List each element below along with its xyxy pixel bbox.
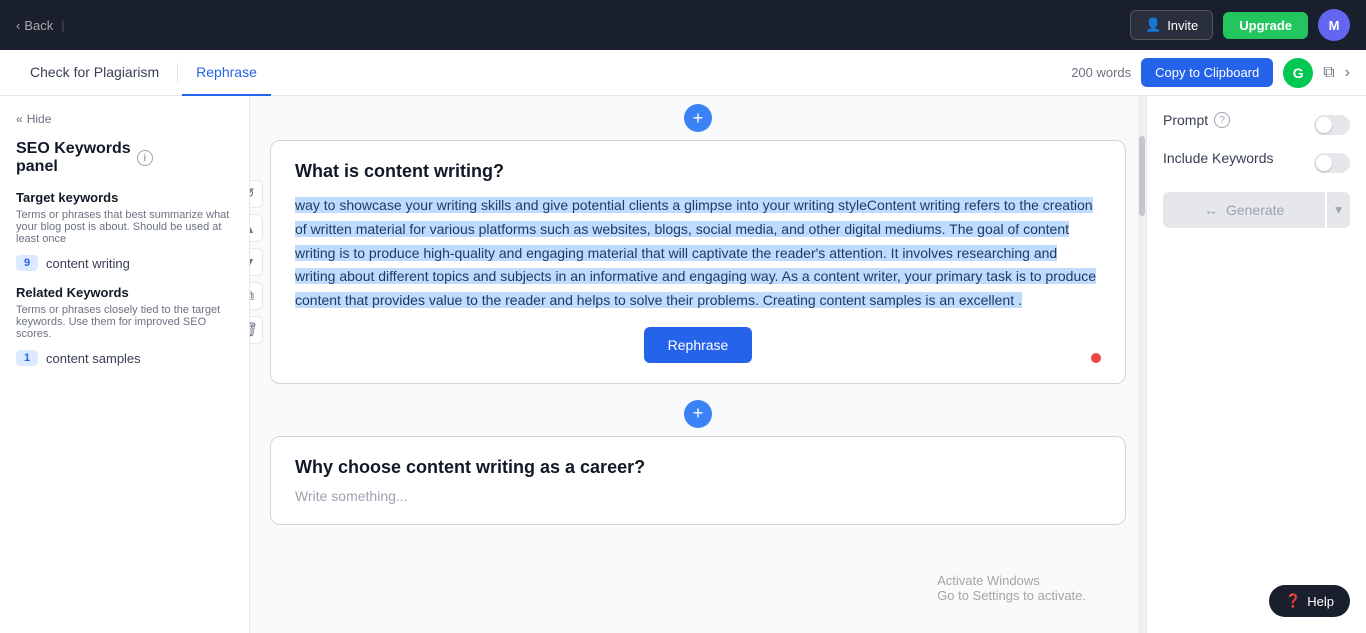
related-keyword-1: 1 content samples: [16, 350, 233, 366]
rephrase-dot: [1091, 353, 1101, 363]
invite-button[interactable]: 👤 Invite: [1130, 10, 1213, 40]
sidebar-title-text: SEO Keywordspanel: [16, 140, 131, 176]
main-layout: « Hide SEO Keywordspanel i Target keywor…: [0, 96, 1366, 633]
tab-plagiarism-label: Check for Plagiarism: [30, 64, 159, 80]
generate-icon: ↔: [1204, 202, 1218, 218]
back-button[interactable]: ‹ Back: [16, 18, 53, 33]
generate-label: Generate: [1226, 202, 1284, 218]
generate-row: ↔ Generate ▾: [1163, 192, 1350, 228]
top-nav: ‹ Back | 👤 Invite Upgrade M: [0, 0, 1366, 50]
related-keyword-text-1: content samples: [46, 351, 141, 366]
copy-block-button[interactable]: ⧉: [250, 282, 263, 310]
target-keywords-title: Target keywords: [16, 190, 233, 205]
target-keywords-desc: Terms or phrases that best summarize wha…: [16, 209, 233, 245]
right-panel: Prompt ? Include Keywords ↔ Generate: [1146, 96, 1366, 633]
back-label: Back: [24, 18, 53, 33]
chevron-left-icon: ‹: [16, 18, 20, 33]
collapse-up-button[interactable]: ▲: [250, 214, 263, 242]
editor-area[interactable]: + ↺ ▲ ▼ ⧉ 🗑 What is content writing? way…: [250, 96, 1146, 633]
settings-icon-button[interactable]: ⧉: [1323, 64, 1334, 82]
top-nav-left: ‹ Back |: [16, 18, 65, 33]
avatar-initial: M: [1329, 18, 1340, 33]
include-keywords-text: Include Keywords: [1163, 150, 1274, 166]
invite-label: Invite: [1167, 18, 1198, 33]
block-1-content[interactable]: way to showcase your writing skills and …: [295, 194, 1101, 313]
add-block-middle: +: [270, 392, 1126, 436]
sub-nav-tabs: Check for Plagiarism Rephrase: [16, 50, 271, 96]
avatar[interactable]: M: [1318, 9, 1350, 41]
upgrade-button[interactable]: Upgrade: [1223, 12, 1308, 39]
grammarly-g: G: [1293, 65, 1304, 81]
tab-rephrase[interactable]: Rephrase: [182, 50, 271, 96]
double-chevron-left-icon: «: [16, 112, 23, 126]
prompt-help-icon[interactable]: ?: [1214, 112, 1230, 128]
include-keywords-row: Include Keywords: [1163, 150, 1350, 176]
collapse-down-button[interactable]: ▼: [250, 248, 263, 276]
sidebar-title: SEO Keywordspanel i: [16, 140, 233, 176]
target-keyword-1: 9 content writing: [16, 255, 233, 271]
undo-button[interactable]: ↺: [250, 180, 263, 208]
more-options-button[interactable]: ›: [1345, 64, 1350, 82]
prompt-row: Prompt ?: [1163, 112, 1350, 138]
hide-label: Hide: [27, 112, 52, 126]
sliders-icon: ⧉: [1323, 64, 1334, 81]
sub-nav-right: 200 words Copy to Clipboard G ⧉ ›: [1071, 58, 1350, 88]
block-1-title: What is content writing?: [295, 161, 1101, 182]
selected-text: way to showcase your writing skills and …: [295, 197, 1096, 308]
generate-dropdown-button[interactable]: ▾: [1327, 192, 1350, 228]
add-block-middle-button[interactable]: +: [684, 400, 712, 428]
rephrase-button[interactable]: Rephrase: [644, 327, 753, 363]
add-block-top-button[interactable]: +: [684, 104, 712, 132]
help-button[interactable]: ❓ Help: [1269, 585, 1350, 617]
related-keyword-count-1: 1: [16, 350, 38, 366]
include-keywords-toggle[interactable]: [1314, 153, 1350, 173]
prompt-toggle[interactable]: [1314, 115, 1350, 135]
editor-wrapper: + ↺ ▲ ▼ ⧉ 🗑 What is content writing? way…: [250, 96, 1146, 633]
block-1-toolbar: ↺ ▲ ▼ ⧉ 🗑: [250, 180, 263, 344]
add-block-top: +: [270, 96, 1126, 140]
scroll-track: [1138, 96, 1146, 633]
editor-block-1: ↺ ▲ ▼ ⧉ 🗑 What is content writing? way t…: [270, 140, 1126, 384]
top-nav-right: 👤 Invite Upgrade M: [1130, 9, 1350, 41]
block-2-title: Why choose content writing as a career?: [295, 457, 1101, 478]
help-circle-icon: ❓: [1285, 593, 1301, 609]
prompt-label: Prompt ?: [1163, 112, 1230, 128]
upgrade-label: Upgrade: [1239, 18, 1292, 33]
help-label: Help: [1307, 594, 1334, 609]
scroll-thumb: [1139, 136, 1145, 216]
copy-label: Copy to Clipboard: [1155, 65, 1259, 80]
related-keywords-desc: Terms or phrases closely tied to the tar…: [16, 304, 233, 340]
person-icon: 👤: [1145, 17, 1161, 33]
rephrase-btn-container: Rephrase: [295, 327, 1101, 363]
info-icon[interactable]: i: [137, 150, 153, 166]
copy-to-clipboard-button[interactable]: Copy to Clipboard: [1141, 58, 1273, 87]
word-count: 200 words: [1071, 65, 1131, 80]
tab-divider: [177, 63, 178, 83]
sidebar: « Hide SEO Keywordspanel i Target keywor…: [0, 96, 250, 633]
keyword-count-1: 9: [16, 255, 38, 271]
chevron-down-icon: ▾: [1335, 202, 1342, 217]
prompt-section: Prompt ? Include Keywords: [1163, 112, 1350, 176]
hide-sidebar-button[interactable]: « Hide: [16, 112, 51, 126]
sub-nav: Check for Plagiarism Rephrase 200 words …: [0, 50, 1366, 96]
chevron-right-icon: ›: [1345, 64, 1350, 81]
include-keywords-label: Include Keywords: [1163, 150, 1274, 166]
related-keywords-title: Related Keywords: [16, 285, 233, 300]
grammarly-icon[interactable]: G: [1283, 58, 1313, 88]
delete-block-button[interactable]: 🗑: [250, 316, 263, 344]
prompt-text: Prompt: [1163, 112, 1208, 128]
nav-divider: |: [61, 18, 64, 33]
keyword-text-1: content writing: [46, 256, 130, 271]
block-2-placeholder[interactable]: Write something...: [295, 488, 1101, 504]
tab-plagiarism[interactable]: Check for Plagiarism: [16, 50, 173, 96]
include-keywords-toggle-thumb: [1316, 155, 1332, 171]
editor-block-2: Why choose content writing as a career? …: [270, 436, 1126, 525]
prompt-toggle-thumb: [1316, 117, 1332, 133]
tab-rephrase-label: Rephrase: [196, 64, 257, 80]
generate-button[interactable]: ↔ Generate: [1163, 192, 1325, 228]
